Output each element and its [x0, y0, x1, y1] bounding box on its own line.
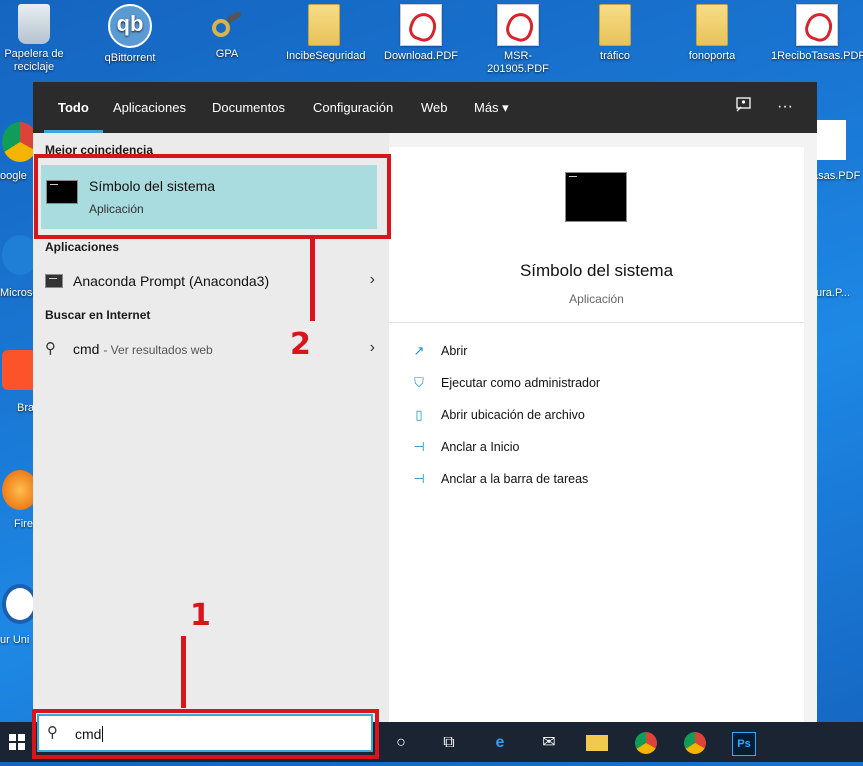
pdf-icon	[400, 4, 442, 46]
pdf-icon	[497, 4, 539, 46]
list-item[interactable]: Anaconda Prompt (Anaconda3) ›	[33, 265, 389, 297]
tab-web[interactable]: Web	[421, 82, 448, 133]
tab-configuracion[interactable]: Configuración	[313, 82, 393, 133]
desktop-icon-qbittorrent[interactable]: qb qBittorrent	[92, 4, 168, 65]
desktop-icon-download-pdf[interactable]: Download.PDF	[383, 4, 459, 63]
search-icon: ⚲	[45, 340, 56, 357]
annotation-line-2	[310, 238, 315, 321]
desktop-label-google: oogle	[0, 170, 27, 182]
task-view-icon[interactable]: ⧉	[436, 730, 462, 756]
desktop-label-uni: ur Uni	[0, 634, 30, 646]
search-tabs: Todo Aplicaciones Documentos Configuraci…	[33, 82, 817, 133]
command-prompt-large-icon	[565, 172, 627, 222]
desktop-label-ura-right: ura.P...	[816, 287, 851, 299]
folder-icon	[599, 4, 631, 46]
file-location-icon: ▯	[415, 407, 423, 422]
pin-icon: ⊣	[413, 471, 425, 486]
folder-icon	[696, 4, 728, 46]
detail-pane: Símbolo del sistema Aplicación ↗ Abrir ⛉…	[389, 133, 817, 722]
gpa-keys-icon	[207, 4, 247, 44]
edge-icon[interactable]: e	[487, 730, 513, 756]
desktop-icon-msr-pdf[interactable]: MSR-201905.PDF	[480, 4, 556, 76]
web-result-item[interactable]: ⚲ cmd - Ver resultados web ›	[33, 333, 389, 365]
windows-start-icon[interactable]	[0, 722, 34, 762]
ellipsis-icon[interactable]: ···	[774, 96, 796, 118]
annotation-box-search	[32, 709, 379, 759]
desktop-icon-recibo-pdf[interactable]: 1ReciboTasas.PDF	[771, 4, 863, 63]
divider	[389, 322, 804, 323]
detail-title: Símbolo del sistema	[519, 261, 674, 280]
desktop-icon-recycle-bin[interactable]: Papelera de reciclaje	[0, 4, 72, 74]
qbittorrent-icon: qb	[108, 4, 152, 48]
desktop-icon-trafico[interactable]: tráfico	[577, 4, 653, 63]
chrome-icon[interactable]	[682, 730, 708, 756]
tab-todo[interactable]: Todo	[44, 82, 103, 133]
tab-mas[interactable]: Más ▾	[474, 82, 509, 133]
folder-icon	[308, 4, 340, 46]
annotation-box-best-match	[34, 154, 391, 239]
pdf-icon[interactable]	[816, 120, 846, 160]
annotation-number-2: 2	[290, 327, 311, 362]
mail-icon[interactable]: ✉	[536, 730, 562, 756]
web-hint: - Ver resultados web	[103, 343, 213, 357]
feedback-icon[interactable]	[732, 96, 754, 118]
desktop-icon-gpa[interactable]: GPA	[189, 4, 265, 61]
annotation-number-1: 1	[190, 598, 211, 633]
chrome-icon[interactable]	[633, 730, 659, 756]
tab-documentos[interactable]: Documentos	[212, 82, 285, 133]
open-icon: ↗	[413, 343, 425, 358]
desktop-label-brave: Bra	[17, 402, 35, 414]
detail-subtitle: Aplicación	[569, 292, 624, 306]
cortana-icon[interactable]: ○	[388, 730, 414, 756]
web-heading: Buscar en Internet	[45, 308, 151, 322]
apps-heading: Aplicaciones	[45, 240, 120, 254]
shield-icon: ⛉	[414, 375, 424, 390]
recycle-bin-icon	[18, 4, 50, 44]
tab-aplicaciones[interactable]: Aplicaciones	[113, 82, 186, 133]
anaconda-prompt-icon	[45, 274, 63, 288]
photoshop-icon[interactable]: Ps	[731, 730, 757, 756]
pin-icon: ⊣	[413, 439, 425, 454]
desktop-icon-fonoporta[interactable]: fonoporta	[674, 4, 750, 63]
desktop-icon-incibeseguridad[interactable]: IncibeSeguridad	[286, 4, 366, 63]
chevron-right-icon[interactable]: ›	[370, 271, 375, 289]
desktop-label-pdf-right: asas.PDF	[812, 170, 861, 182]
annotation-line-1	[181, 636, 186, 708]
pdf-icon	[796, 4, 838, 46]
chevron-right-icon[interactable]: ›	[370, 339, 375, 357]
file-explorer-icon[interactable]	[584, 730, 610, 756]
desktop-label-firefox: Fire	[14, 518, 33, 530]
web-query: cmd	[73, 341, 100, 357]
